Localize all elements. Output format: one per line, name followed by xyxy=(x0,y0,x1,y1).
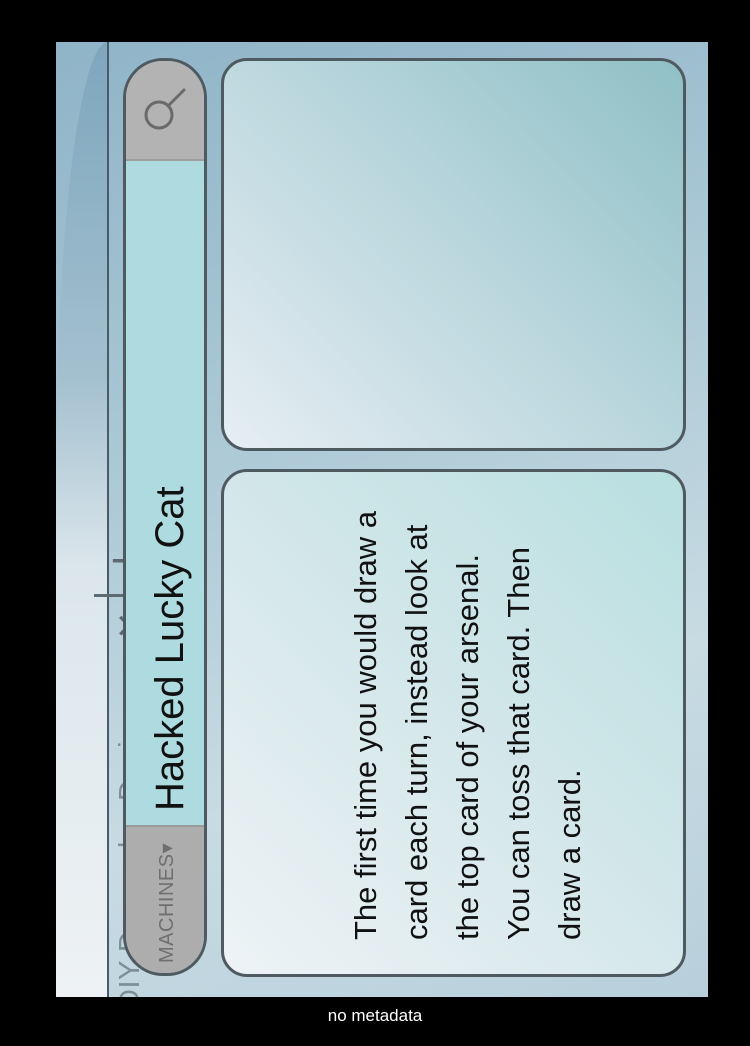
card-title-bar: Hacked Lucky Cat MACHINES▾ xyxy=(123,58,207,976)
card-text-box: The first time you would draw a card eac… xyxy=(221,469,686,977)
card-rules-text: The first time you would draw a card eac… xyxy=(348,510,587,940)
search-button[interactable] xyxy=(126,61,204,161)
tab-divider xyxy=(107,42,109,997)
card-tab-strip xyxy=(56,42,108,997)
magnifier-icon xyxy=(144,88,186,130)
card-type-dropdown[interactable]: MACHINES▾ xyxy=(126,825,204,973)
card-name: Hacked Lucky Cat xyxy=(148,486,192,811)
card-art-box xyxy=(221,58,686,451)
card-type-label: MACHINES▾ xyxy=(156,842,178,963)
game-frame: DIY Doomsday Devices ✕ + Hacked Lucky Ca… xyxy=(0,0,750,1046)
footer-text: no metadata xyxy=(327,1006,423,1025)
